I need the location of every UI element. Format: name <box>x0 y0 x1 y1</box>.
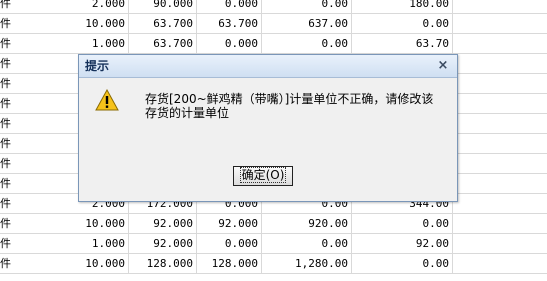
column-5-cell[interactable]: 0.00 <box>352 14 453 34</box>
dialog-titlebar: 提示 × <box>79 55 457 78</box>
empty-cell[interactable] <box>453 254 547 274</box>
column-5-cell[interactable]: 0.00 <box>352 254 453 274</box>
empty-cell[interactable] <box>453 214 547 234</box>
column-3-cell[interactable]: 0.000 <box>197 234 262 254</box>
price-cell[interactable]: 92.000 <box>129 234 197 254</box>
column-3-cell[interactable]: 92.000 <box>197 214 262 234</box>
column-5-cell[interactable]: 92.00 <box>352 234 453 254</box>
column-4-cell[interactable]: 0.00 <box>262 0 352 14</box>
message-line-2: 存货的计量单位 <box>145 106 230 120</box>
quantity-cell[interactable]: 10.000 <box>0 14 129 34</box>
ok-button[interactable]: 确定(O) <box>233 166 293 186</box>
empty-cell[interactable] <box>453 154 547 174</box>
quantity-cell[interactable]: 10.000 <box>0 214 129 234</box>
quantity-cell[interactable]: 1.000 <box>0 34 129 54</box>
dialog-message: 存货[200~鲜鸡精（带嘴）]计量单位不正确，请修改该 存货的计量单位 <box>145 92 445 120</box>
column-3-cell[interactable]: 0.000 <box>197 0 262 14</box>
price-cell[interactable]: 92.000 <box>129 214 197 234</box>
price-cell[interactable]: 63.700 <box>129 14 197 34</box>
empty-cell[interactable] <box>453 174 547 194</box>
column-5-cell[interactable]: 180.00 <box>352 0 453 14</box>
alert-dialog: 提示 × 存货[200~鲜鸡精（带嘴）]计量单位不正确，请修改该 存货的计量单位… <box>78 54 458 202</box>
quantity-cell[interactable]: 1.000 <box>0 234 129 254</box>
ok-button-label: 确定(O) <box>239 167 287 183</box>
message-line-1: 存货[200~鲜鸡精（带嘴）]计量单位不正确，请修改该 <box>145 92 434 106</box>
column-3-cell[interactable]: 128.000 <box>197 254 262 274</box>
warning-icon <box>95 89 119 111</box>
empty-cell[interactable] <box>453 134 547 154</box>
empty-cell[interactable] <box>453 194 547 214</box>
price-cell[interactable]: 90.000 <box>129 0 197 14</box>
column-3-cell[interactable]: 0.000 <box>197 34 262 54</box>
column-3-cell[interactable]: 63.700 <box>197 14 262 34</box>
column-4-cell[interactable]: 0.00 <box>262 234 352 254</box>
table-row[interactable]: 件 10.000 128.000 128.000 1,280.00 0.00 <box>0 254 547 274</box>
table-row[interactable]: 件 2.000 90.000 0.000 0.00 180.00 <box>0 0 547 14</box>
column-4-cell[interactable]: 637.00 <box>262 14 352 34</box>
close-icon[interactable]: × <box>435 58 451 74</box>
price-cell[interactable]: 128.000 <box>129 254 197 274</box>
empty-cell[interactable] <box>453 94 547 114</box>
table-row[interactable]: 件 10.000 63.700 63.700 637.00 0.00 <box>0 14 547 34</box>
table-row[interactable]: 件 10.000 92.000 92.000 920.00 0.00 <box>0 214 547 234</box>
quantity-cell[interactable]: 2.000 <box>0 0 129 14</box>
column-4-cell[interactable]: 920.00 <box>262 214 352 234</box>
empty-cell[interactable] <box>453 14 547 34</box>
empty-cell[interactable] <box>453 54 547 74</box>
empty-cell[interactable] <box>453 0 547 14</box>
price-cell[interactable]: 63.700 <box>129 34 197 54</box>
table-row[interactable]: 件 1.000 63.700 0.000 0.00 63.70 <box>0 34 547 54</box>
empty-cell[interactable] <box>453 234 547 254</box>
dialog-title: 提示 <box>85 59 110 73</box>
column-5-cell[interactable]: 0.00 <box>352 214 453 234</box>
empty-cell[interactable] <box>453 114 547 134</box>
empty-cell[interactable] <box>453 34 547 54</box>
table-row[interactable]: 件 1.000 92.000 0.000 0.00 92.00 <box>0 234 547 254</box>
column-5-cell[interactable]: 63.70 <box>352 34 453 54</box>
column-4-cell[interactable]: 0.00 <box>262 34 352 54</box>
quantity-cell[interactable]: 10.000 <box>0 254 129 274</box>
column-4-cell[interactable]: 1,280.00 <box>262 254 352 274</box>
empty-cell[interactable] <box>453 74 547 94</box>
